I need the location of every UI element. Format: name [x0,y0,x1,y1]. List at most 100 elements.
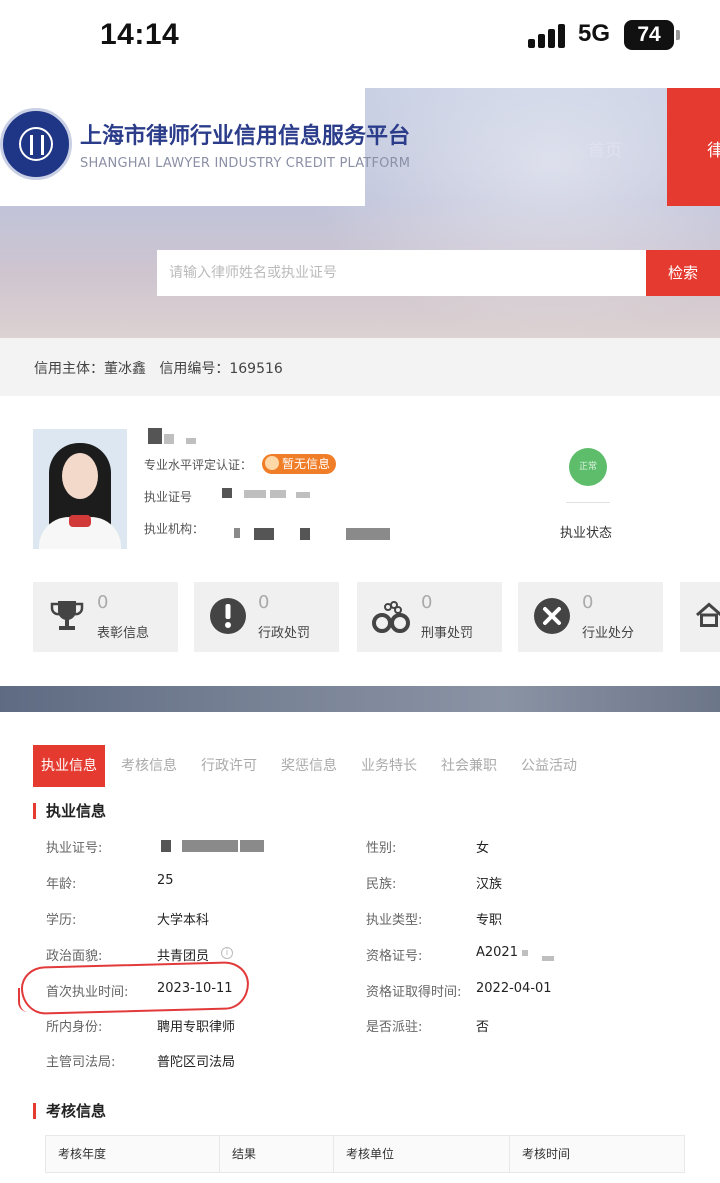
field-label: 执业类型: [366,913,423,928]
credit-number-label: 信用编号： [159,361,230,377]
search-button[interactable]: 检索 [646,250,720,296]
info-icon[interactable]: i [221,947,233,959]
firm-redacted [254,528,274,540]
badge-icon [265,456,279,470]
bar-association-seal-icon [0,108,72,180]
stat-label: 行业处分 [582,626,635,641]
highlight-annotation [20,961,250,1015]
site-subtitle: SHANGHAI LAWYER INDUSTRY CREDIT PLATFORM [80,156,411,171]
stat-count: 0 [421,592,433,613]
field-value: 聘用专职律师 [157,1020,236,1035]
stat-card-industry-discipline[interactable]: 0 行业处分 [518,582,663,652]
handcuffs-icon [372,601,410,633]
cert-label: 专业水平评定认证： [144,458,253,472]
field-label: 年龄: [46,877,77,892]
battery-cap [676,30,680,40]
field-value: 共青团员 [157,949,210,964]
network-type: 5G [578,20,611,47]
stat-card-awards[interactable]: 0 表彰信息 [33,582,178,652]
stat-label: 表彰信息 [97,626,150,641]
field-label: 性别: [366,841,397,856]
credit-number-value: 169516 [229,361,283,377]
status-time: 14:14 [100,18,180,51]
field-value: 25 [157,873,174,888]
highlight-annotation-tail [18,988,32,1012]
credit-info: 信用主体：董冰鑫 信用编号：169516 [34,358,283,378]
credit-subject-name: 董冰鑫 [104,361,146,377]
site-header: 上海市律师行业信用信息服务平台 SHANGHAI LAWYER INDUSTRY… [0,88,720,338]
cert-badge: 暂无信息 [262,454,337,474]
name-redacted [186,438,196,444]
practice-info-heading: 执业信息 [33,803,106,819]
assessment-table-header: 考核年度 结果 考核单位 考核时间 [45,1135,685,1173]
stat-card-more[interactable] [680,582,720,652]
tab-public-welfare[interactable]: 公益活动 [513,745,585,787]
field-label: 资格证号: [366,949,423,964]
status-label: 执业状态 [560,526,613,541]
firm-redacted [234,528,240,538]
table-header-cell: 考核时间 [522,1147,571,1161]
field-label: 民族: [366,877,397,892]
home-icon [696,602,720,627]
license-label: 执业证号 [144,490,193,504]
status-divider [566,502,610,503]
name-redacted [148,428,162,444]
license-redacted [244,490,266,498]
tab-specialties[interactable]: 业务特长 [353,745,425,787]
field-value: 女 [476,841,490,856]
section-divider-band [0,686,720,712]
field-label: 是否派驻: [366,1020,423,1035]
license-number-redacted [161,840,171,852]
credit-bar: 信用主体：董冰鑫 信用编号：169516 [0,338,720,396]
logo-card[interactable]: 上海市律师行业信用信息服务平台 SHANGHAI LAWYER INDUSTRY… [0,88,410,206]
exclamation-icon [210,598,246,634]
status-bar: 14:14 5G 74 [0,0,720,72]
field-label: 所内身份: [46,1020,103,1035]
name-redacted [164,434,174,444]
nav-active-label: 律 [707,141,720,161]
field-label: 政治面貌: [46,949,103,964]
stat-card-criminal-penalty[interactable]: 0 刑事处罚 [357,582,502,652]
qualification-redacted [542,956,554,961]
stat-count: 0 [97,592,109,613]
tab-rewards-penalties[interactable]: 奖惩信息 [273,745,345,787]
nav-active-item[interactable]: 律 [667,88,720,206]
nav-home[interactable]: 首页 [588,136,622,161]
search-input[interactable]: 请输入律师姓名或执业证号 [157,250,647,296]
table-header-cell: 考核单位 [334,1136,510,1172]
qualification-redacted [522,950,528,956]
field-value: A2021 [476,945,518,960]
site-title: 上海市律师行业信用信息服务平台 [80,124,411,149]
stat-label: 行政处罚 [258,626,311,641]
field-value: 汉族 [476,877,503,892]
field-label: 学历: [46,913,77,928]
battery-icon: 74 [624,20,674,50]
field-label: 执业证号: [46,841,103,856]
stat-card-admin-penalty[interactable]: 0 行政处罚 [194,582,339,652]
tab-social-positions[interactable]: 社会兼职 [433,745,505,787]
tab-practice-info[interactable]: 执业信息 [33,745,105,787]
stat-count: 0 [258,592,270,613]
table-header-cell: 考核年度 [46,1136,220,1172]
license-redacted [270,490,286,498]
stat-count: 0 [582,592,594,613]
lawyer-photo [33,429,127,549]
field-label: 资格证取得时间: [366,985,462,1000]
firm-label: 执业机构： [144,522,205,536]
license-redacted [222,488,232,498]
close-circle-icon [534,598,570,634]
credit-subject-label: 信用主体： [34,361,104,377]
firm-redacted [300,528,310,540]
assessment-info-heading: 考核信息 [33,1103,106,1119]
field-label: 主管司法局: [46,1055,116,1070]
tab-assessment-info[interactable]: 考核信息 [113,745,185,787]
field-value: 否 [476,1020,490,1035]
field-value: 专职 [476,913,503,928]
license-number-redacted [182,840,238,852]
signal-icon [528,24,568,48]
table-header-cell: 结果 [220,1136,334,1172]
field-value: 大学本科 [157,913,210,928]
cert-badge-text: 暂无信息 [282,457,331,471]
status-ok-icon: 正常 [569,448,607,486]
tab-admin-permit[interactable]: 行政许可 [193,745,265,787]
